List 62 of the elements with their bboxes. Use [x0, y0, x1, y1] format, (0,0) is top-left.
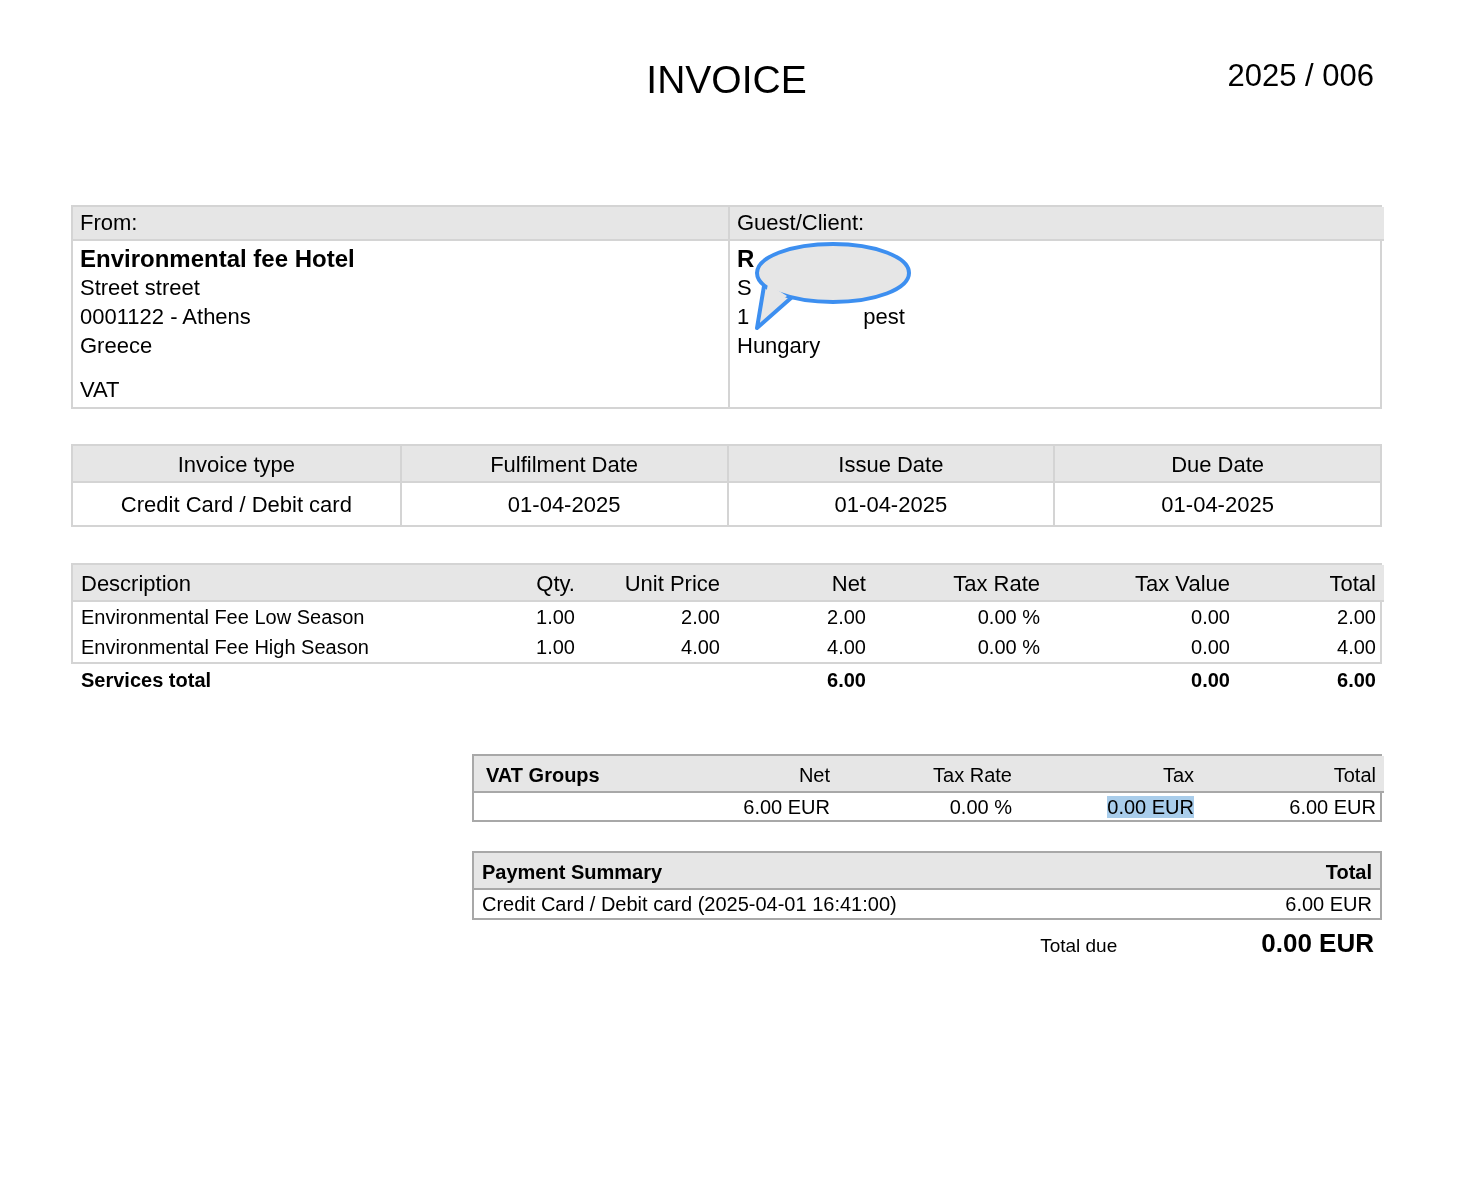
table-cell: 01-04-2025 — [1053, 483, 1380, 525]
sender-name: Environmental fee Hotel — [80, 244, 355, 273]
table-cell-text: 1.00 — [535, 605, 576, 630]
client-name: R — [737, 244, 755, 273]
vat-label: VAT — [80, 376, 120, 404]
column-header: Total — [1238, 565, 1384, 602]
column-header: Tax Rate — [874, 565, 1048, 602]
table-cell-text: Environmental Fee High Season — [80, 635, 370, 660]
address-line: Street street — [80, 274, 200, 302]
column-header: Due Date — [1053, 446, 1380, 483]
total-due-value: 0.00 EUR — [1261, 928, 1374, 959]
table-cell-text: Environmental Fee Low Season — [80, 605, 366, 630]
table-cell-text: Credit Card / Debit card — [119, 491, 353, 519]
table-cell-text: 6.00 EUR — [1284, 892, 1373, 917]
column-header: Tax Value — [1048, 565, 1238, 602]
table-cell-text: 4.00 — [680, 635, 721, 660]
table-cell-text: 0.00 — [1190, 605, 1231, 630]
column-header: Issue Date — [726, 446, 1054, 483]
total-cell-text: 6.00 — [826, 668, 867, 693]
table-cell-text: 0.00 — [1190, 635, 1231, 660]
column-header: Qty. — [483, 565, 583, 602]
column-header: Description — [73, 565, 483, 602]
column-header: Payment Summary — [474, 853, 1200, 890]
table-cell-text: 2.00 — [826, 605, 867, 630]
table-cell: 0.00 EUR — [1107, 796, 1194, 818]
total-due-label: Total due — [1040, 935, 1118, 957]
column-header: Unit Price — [583, 565, 728, 602]
table-cell: 6.00 EUR — [743, 796, 830, 818]
table-cell: 01-04-2025 — [726, 483, 1054, 525]
table-cell-text: 0.00 % — [976, 605, 1041, 630]
table-cell: 0.00 % — [949, 796, 1012, 818]
column-header: Tax Rate — [838, 756, 1020, 793]
address-line: 0001122 - Athens — [80, 303, 251, 331]
table-cell-text: 1.00 — [535, 635, 576, 660]
table-cell: 6.00 EUR — [1289, 796, 1376, 818]
column-header: Guest/Client: — [728, 207, 1384, 241]
address-line: Greece — [80, 332, 153, 360]
table-cell-text: 4.00 — [1336, 635, 1377, 660]
table-cell: 01-04-2025 — [399, 483, 727, 525]
table-cell-text: 2.00 — [680, 605, 721, 630]
column-header: Tax — [1020, 756, 1202, 793]
address-line: Hungary — [737, 332, 821, 360]
column-header: Net — [728, 565, 874, 602]
column-header: Invoice type — [73, 446, 400, 483]
table-cell-text: 4.00 — [826, 635, 867, 660]
column-header: Total — [1202, 756, 1384, 793]
address-line: S — [737, 274, 752, 302]
table-cell-text: Credit Card / Debit card (2025-04-01 16:41:00) — [481, 892, 898, 917]
table-cell-text: 0.00 % — [976, 635, 1041, 660]
total-cell-text: Services total — [80, 668, 213, 693]
column-header: Fulfilment Date — [399, 446, 727, 483]
column-header: From: — [73, 207, 728, 241]
invoice-title: INVOICE — [646, 58, 807, 102]
column-header: Total — [1200, 853, 1380, 890]
column-header: Net — [714, 756, 838, 793]
table-cell-text: 2.00 — [1336, 605, 1377, 630]
invoice-number: 2025 / 006 — [1227, 58, 1374, 94]
total-cell-text: 0.00 — [1190, 668, 1231, 693]
address-line: 1 — [737, 304, 750, 329]
total-cell-text: 6.00 — [1336, 668, 1377, 693]
column-header: VAT Groups — [474, 756, 714, 793]
address-line: pest — [863, 304, 905, 329]
